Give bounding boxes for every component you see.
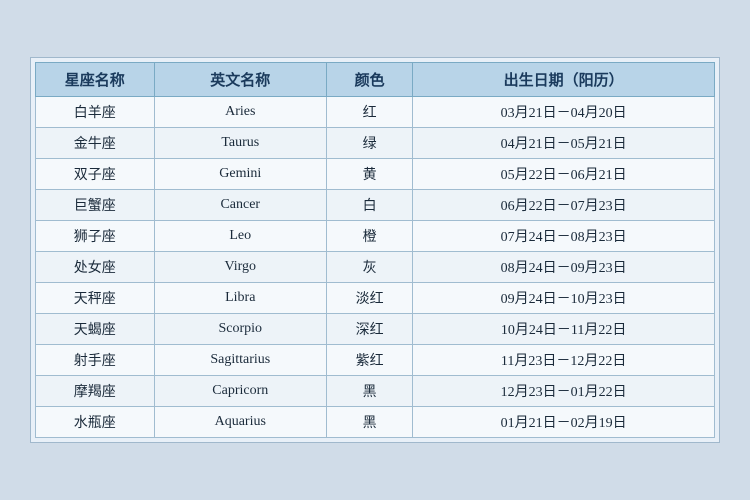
cell-english-7: Scorpio bbox=[154, 314, 326, 345]
table-row: 处女座Virgo灰08月24日－09月23日 bbox=[36, 252, 715, 283]
table-row: 白羊座Aries红03月21日－04月20日 bbox=[36, 97, 715, 128]
header-english: 英文名称 bbox=[154, 63, 326, 97]
cell-chinese-1: 金牛座 bbox=[36, 128, 155, 159]
cell-color-8: 紫红 bbox=[326, 345, 412, 376]
cell-chinese-9: 摩羯座 bbox=[36, 376, 155, 407]
table-row: 巨蟹座Cancer白06月22日－07月23日 bbox=[36, 190, 715, 221]
cell-chinese-8: 射手座 bbox=[36, 345, 155, 376]
table-row: 天秤座Libra淡红09月24日－10月23日 bbox=[36, 283, 715, 314]
cell-chinese-7: 天蝎座 bbox=[36, 314, 155, 345]
cell-chinese-5: 处女座 bbox=[36, 252, 155, 283]
cell-date-10: 01月21日－02月19日 bbox=[413, 407, 715, 438]
header-chinese: 星座名称 bbox=[36, 63, 155, 97]
cell-english-9: Capricorn bbox=[154, 376, 326, 407]
cell-color-1: 绿 bbox=[326, 128, 412, 159]
cell-english-0: Aries bbox=[154, 97, 326, 128]
cell-color-6: 淡红 bbox=[326, 283, 412, 314]
cell-english-8: Sagittarius bbox=[154, 345, 326, 376]
header-date: 出生日期（阳历） bbox=[413, 63, 715, 97]
cell-date-6: 09月24日－10月23日 bbox=[413, 283, 715, 314]
table-row: 水瓶座Aquarius黑01月21日－02月19日 bbox=[36, 407, 715, 438]
cell-chinese-4: 狮子座 bbox=[36, 221, 155, 252]
table-row: 射手座Sagittarius紫红11月23日－12月22日 bbox=[36, 345, 715, 376]
cell-date-0: 03月21日－04月20日 bbox=[413, 97, 715, 128]
cell-color-3: 白 bbox=[326, 190, 412, 221]
table-row: 摩羯座Capricorn黑12月23日－01月22日 bbox=[36, 376, 715, 407]
cell-chinese-6: 天秤座 bbox=[36, 283, 155, 314]
cell-english-6: Libra bbox=[154, 283, 326, 314]
header-color: 颜色 bbox=[326, 63, 412, 97]
zodiac-table-container: 星座名称 英文名称 颜色 出生日期（阳历） 白羊座Aries红03月21日－04… bbox=[30, 57, 720, 443]
cell-english-1: Taurus bbox=[154, 128, 326, 159]
cell-english-3: Cancer bbox=[154, 190, 326, 221]
cell-color-10: 黑 bbox=[326, 407, 412, 438]
zodiac-table: 星座名称 英文名称 颜色 出生日期（阳历） 白羊座Aries红03月21日－04… bbox=[35, 62, 715, 438]
cell-chinese-0: 白羊座 bbox=[36, 97, 155, 128]
cell-english-4: Leo bbox=[154, 221, 326, 252]
cell-color-7: 深红 bbox=[326, 314, 412, 345]
cell-date-8: 11月23日－12月22日 bbox=[413, 345, 715, 376]
cell-color-5: 灰 bbox=[326, 252, 412, 283]
cell-english-10: Aquarius bbox=[154, 407, 326, 438]
cell-chinese-3: 巨蟹座 bbox=[36, 190, 155, 221]
cell-date-9: 12月23日－01月22日 bbox=[413, 376, 715, 407]
cell-date-1: 04月21日－05月21日 bbox=[413, 128, 715, 159]
table-header-row: 星座名称 英文名称 颜色 出生日期（阳历） bbox=[36, 63, 715, 97]
table-row: 双子座Gemini黄05月22日－06月21日 bbox=[36, 159, 715, 190]
cell-date-3: 06月22日－07月23日 bbox=[413, 190, 715, 221]
cell-date-7: 10月24日－11月22日 bbox=[413, 314, 715, 345]
cell-color-0: 红 bbox=[326, 97, 412, 128]
table-row: 天蝎座Scorpio深红10月24日－11月22日 bbox=[36, 314, 715, 345]
cell-english-5: Virgo bbox=[154, 252, 326, 283]
table-row: 狮子座Leo橙07月24日－08月23日 bbox=[36, 221, 715, 252]
table-row: 金牛座Taurus绿04月21日－05月21日 bbox=[36, 128, 715, 159]
cell-date-2: 05月22日－06月21日 bbox=[413, 159, 715, 190]
cell-english-2: Gemini bbox=[154, 159, 326, 190]
cell-date-5: 08月24日－09月23日 bbox=[413, 252, 715, 283]
cell-color-9: 黑 bbox=[326, 376, 412, 407]
cell-date-4: 07月24日－08月23日 bbox=[413, 221, 715, 252]
cell-color-2: 黄 bbox=[326, 159, 412, 190]
cell-chinese-10: 水瓶座 bbox=[36, 407, 155, 438]
cell-color-4: 橙 bbox=[326, 221, 412, 252]
cell-chinese-2: 双子座 bbox=[36, 159, 155, 190]
